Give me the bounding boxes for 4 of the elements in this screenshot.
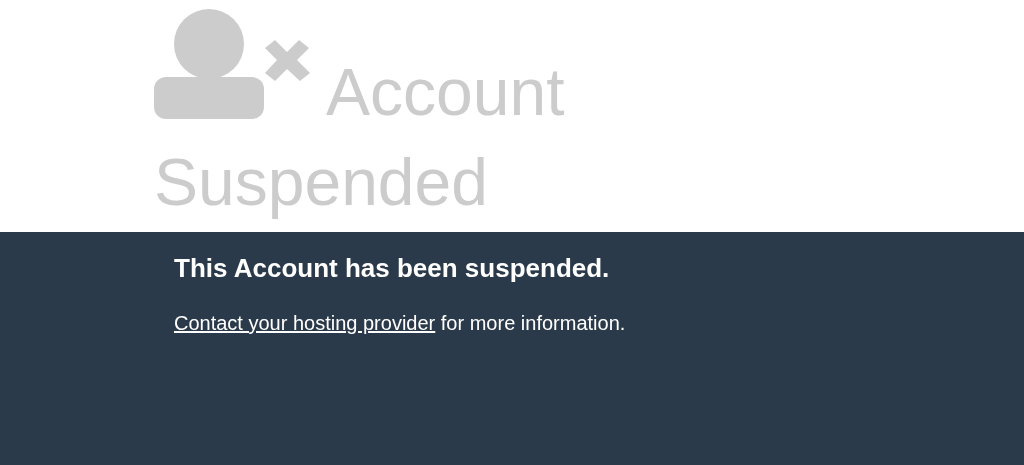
contact-link[interactable]: Contact your hosting provider: [174, 312, 436, 334]
info-text: Contact your hosting provider for more information.: [174, 311, 627, 336]
suspension-message: This Account has been suspended.: [174, 252, 611, 284]
user-remove-icon: [154, 8, 312, 119]
